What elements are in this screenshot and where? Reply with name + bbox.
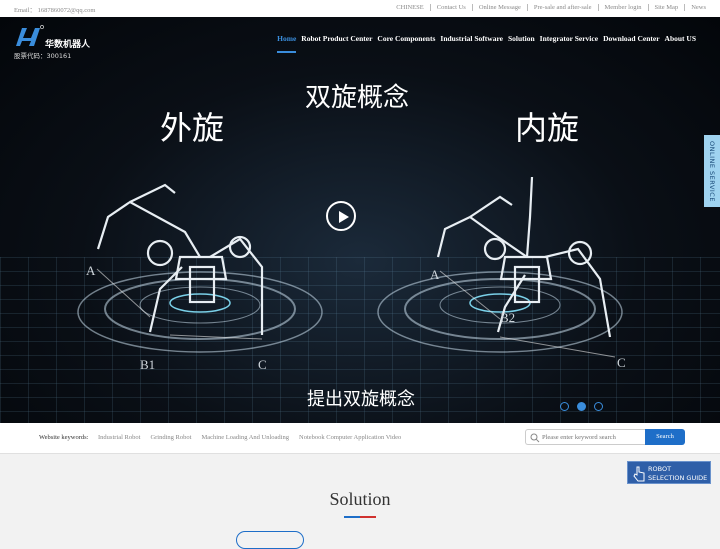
hand-pointer-icon — [633, 466, 645, 482]
hero-title-left: 外旋 — [160, 109, 225, 147]
solution-tab[interactable] — [236, 531, 304, 549]
keyword-link[interactable]: Industrial Robot — [98, 434, 140, 441]
robot-selection-line1: ROBOT — [648, 465, 672, 473]
label-right-c: C — [617, 355, 626, 370]
nav-core-components[interactable]: Core Components — [377, 34, 435, 53]
slide-dot-1[interactable] — [560, 402, 569, 411]
nav-home[interactable]: Home — [277, 34, 297, 53]
play-icon — [339, 211, 349, 223]
hero-title-center: 双旋概念 — [305, 83, 410, 113]
nav-about-us[interactable]: About US — [665, 34, 696, 53]
slide-dot-2[interactable] — [577, 402, 586, 411]
top-bar: Email： 1687860072@qq.com CHINESE Contact… — [0, 0, 720, 18]
keyword-link[interactable]: Notebook Computer Application Video — [299, 434, 401, 441]
label-left-c: C — [258, 357, 267, 372]
keyword-search-bar: Website keywords: Industrial Robot Grind… — [0, 423, 720, 454]
site-header: 华数机器人 股票代码：300161 Home Robot Product Cen… — [0, 17, 720, 63]
top-link-member-login[interactable]: Member login — [599, 4, 649, 11]
nav-solution[interactable]: Solution — [508, 34, 535, 53]
keyword-link[interactable]: Machine Loading And Unloading — [201, 434, 289, 441]
label-right-b2: B2 — [500, 310, 515, 325]
online-service-tab[interactable]: ONLINE SERVICE — [704, 135, 720, 207]
keyword-list: Industrial Robot Grinding Robot Machine … — [98, 434, 401, 441]
top-link-contact-us[interactable]: Contact Us — [431, 4, 473, 11]
search-icon — [530, 433, 540, 443]
keyword-link[interactable]: Grinding Robot — [150, 434, 191, 441]
section-divider — [344, 516, 376, 518]
search-button[interactable]: Search — [645, 429, 685, 445]
hero-subtitle: 提出双旋概念 — [307, 389, 415, 410]
top-links: CHINESE Contact Us Online Message Pre-sa… — [390, 4, 706, 11]
nav-integrator-service[interactable]: Integrator Service — [540, 34, 598, 53]
section-title: Solution — [329, 489, 391, 509]
top-link-online-message[interactable]: Online Message — [473, 4, 528, 11]
top-link-pre-sale[interactable]: Pre-sale and after-sale — [528, 4, 599, 11]
nav-download-center[interactable]: Download Center — [603, 34, 659, 53]
keywords-label: Website keywords: — [39, 434, 89, 441]
nav-industrial-software[interactable]: Industrial Software — [440, 34, 503, 53]
logo-name: 华数机器人 — [45, 40, 91, 50]
robot-selection-line2: SELECTION GUIDE — [648, 474, 708, 482]
main-nav: Home Robot Product Center Core Component… — [277, 34, 696, 53]
hero-banner: A B1 C A B2 C 华数机器人 股票代码：300161 Home Rob… — [0, 17, 720, 423]
robot-selection-guide-button[interactable]: ROBOT SELECTION GUIDE — [627, 461, 711, 484]
search-input[interactable] — [542, 432, 642, 442]
nav-robot-product-center[interactable]: Robot Product Center — [301, 34, 372, 53]
label-left-b1: B1 — [140, 357, 155, 372]
stock-code: 股票代码：300161 — [14, 52, 72, 60]
top-link-site-map[interactable]: Site Map — [649, 4, 686, 11]
slider-dots — [560, 402, 603, 411]
logo-mark-icon — [16, 25, 44, 46]
label-left-a: A — [86, 263, 96, 278]
label-right-a: A — [430, 267, 440, 282]
slide-dot-3[interactable] — [594, 402, 603, 411]
top-link-news[interactable]: News — [685, 4, 706, 11]
email-text: Email： 1687860072@qq.com — [14, 7, 96, 14]
play-video-button[interactable] — [326, 201, 356, 231]
search-box — [525, 429, 645, 445]
hero-title-right: 内旋 — [515, 109, 580, 147]
top-link-chinese[interactable]: CHINESE — [390, 4, 431, 11]
